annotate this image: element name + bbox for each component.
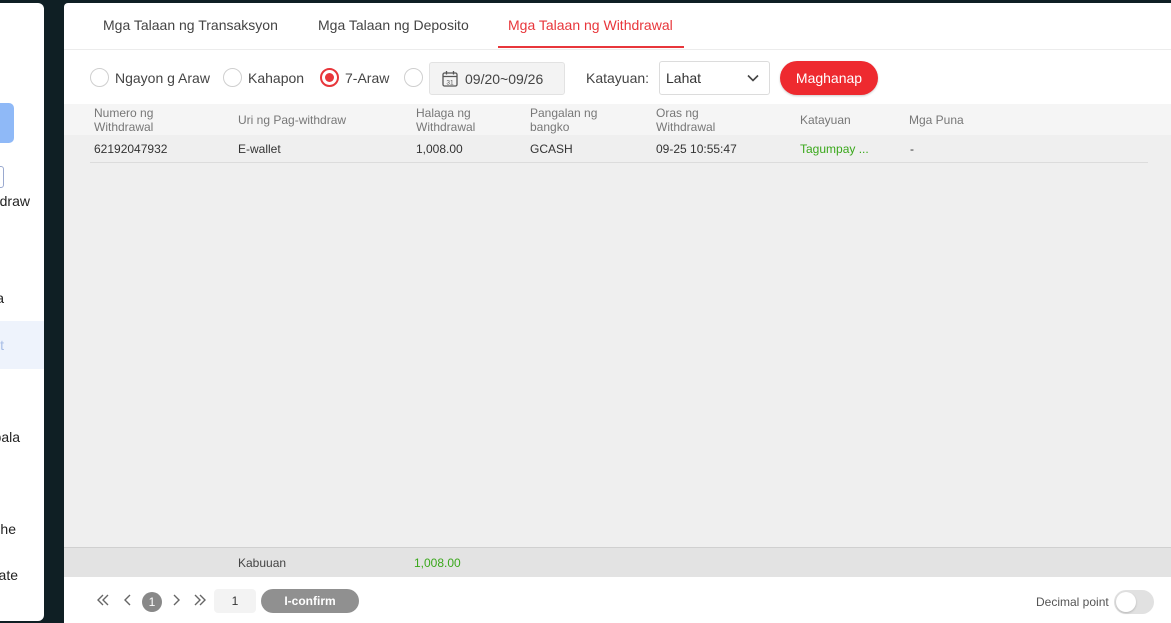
header-remarks: Mga Puna [909,113,964,127]
cell-amount: 1,008.00 [416,142,463,156]
pagination: 1 I-confirm Decimal point [64,587,1171,617]
header-type: Uri ng Pag-withdraw [238,113,347,127]
active-tab-indicator [498,46,684,48]
sidebar-icon [0,166,4,188]
cell-bank: GCASH [530,142,573,156]
totals-bar: Kabuuan 1,008.00 [64,547,1171,577]
table-header: Numero ng Withdrawal Uri ng Pag-withdraw… [64,104,1171,135]
cell-number: 62192047932 [94,142,168,156]
header-number-line1: Numero ng [94,106,154,120]
header-bank: Pangalan ng bangko [530,106,597,134]
header-time-line1: Oras ng [656,106,699,120]
header-time: Oras ng Withdrawal [656,106,715,134]
header-amount-line1: Halaga ng [416,106,471,120]
sidebar-item-active[interactable]: t [0,337,4,353]
page-number-input[interactable] [214,589,256,613]
chevron-down-icon [747,74,759,82]
cell-status: Tagumpay ... [800,142,869,156]
header-number-line2: Withdrawal [94,120,154,134]
header-amount-line2: Withdrawal [416,120,476,134]
header-bank-line1: Pangalan ng [530,106,598,120]
sidebar-item-a[interactable]: a [0,290,4,306]
tab-transactions[interactable]: Mga Talaan ng Transaksyon [103,17,278,33]
current-page[interactable]: 1 [142,592,162,612]
records-panel: Mga Talaan ng Transaksyon Mga Talaan ng … [64,3,1171,623]
header-time-line2: Withdrawal [656,120,716,134]
header-amount: Halaga ng Withdrawal [416,106,475,134]
cell-type: E-wallet [238,142,281,156]
date-range-text: 09/20~09/26 [465,70,544,87]
cell-remarks: - [910,142,914,156]
sidebar-item-he[interactable]: he [0,521,16,537]
filter-bar: Ngayon g Araw Kahapon 7-Araw 31 09/20~09… [64,60,1171,96]
status-filter-label: Katayuan: [586,70,650,86]
confirm-page-button[interactable]: I-confirm [261,589,359,613]
radio-circle[interactable] [404,68,423,87]
next-page-icon[interactable] [169,593,183,607]
cell-time: 09-25 10:55:47 [656,142,737,156]
sidebar-item-ate[interactable]: ate [0,567,18,583]
radio-today-label: Ngayon g Araw [115,69,210,86]
tab-deposits[interactable]: Mga Talaan ng Deposito [318,17,469,33]
tab-bar: Mga Talaan ng Transaksyon Mga Talaan ng … [64,3,1171,50]
header-status: Katayuan [800,113,851,127]
sidebar-primary-button[interactable] [0,103,14,143]
sidebar: draw a t bala he ate [0,3,44,621]
search-button[interactable]: Maghanap [780,61,878,95]
radio-circle[interactable] [90,68,109,87]
decimal-point-label: Decimal point [1036,595,1109,609]
radio-circle[interactable] [223,68,242,87]
total-value: 1,008.00 [414,556,461,570]
radio-yesterday-label: Kahapon [248,69,305,86]
calendar-icon: 31 [442,71,458,87]
header-number: Numero ng Withdrawal [94,106,153,134]
status-select-value: Lahat [666,70,702,86]
header-bank-line2: bangko [530,120,570,134]
total-label: Kabuuan [238,556,287,570]
status-select[interactable]: Lahat [659,61,770,95]
decimal-point-toggle[interactable] [1114,590,1154,614]
prev-page-icon[interactable] [121,593,135,607]
radio-seven-days-label: 7-Araw [345,69,390,86]
first-page-icon[interactable] [96,593,110,607]
radio-custom-range[interactable] [404,68,429,87]
svg-text:31: 31 [446,79,454,86]
sidebar-item-withdraw[interactable]: draw [0,193,30,209]
radio-today[interactable]: Ngayon g Araw [90,68,210,87]
sidebar-item-bala[interactable]: bala [0,429,20,445]
last-page-icon[interactable] [193,593,207,607]
radio-yesterday[interactable]: Kahapon [223,68,304,87]
date-range-picker[interactable]: 31 09/20~09/26 [429,62,565,95]
table-row[interactable]: 62192047932 E-wallet 1,008.00 GCASH 09-2… [90,136,1148,163]
withdrawal-table: Numero ng Withdrawal Uri ng Pag-withdraw… [64,104,1171,547]
tab-withdrawals[interactable]: Mga Talaan ng Withdrawal [508,17,673,33]
sidebar-item-active-bg [0,321,44,369]
radio-circle-checked[interactable] [320,68,339,87]
radio-seven-days[interactable]: 7-Araw [320,68,389,87]
